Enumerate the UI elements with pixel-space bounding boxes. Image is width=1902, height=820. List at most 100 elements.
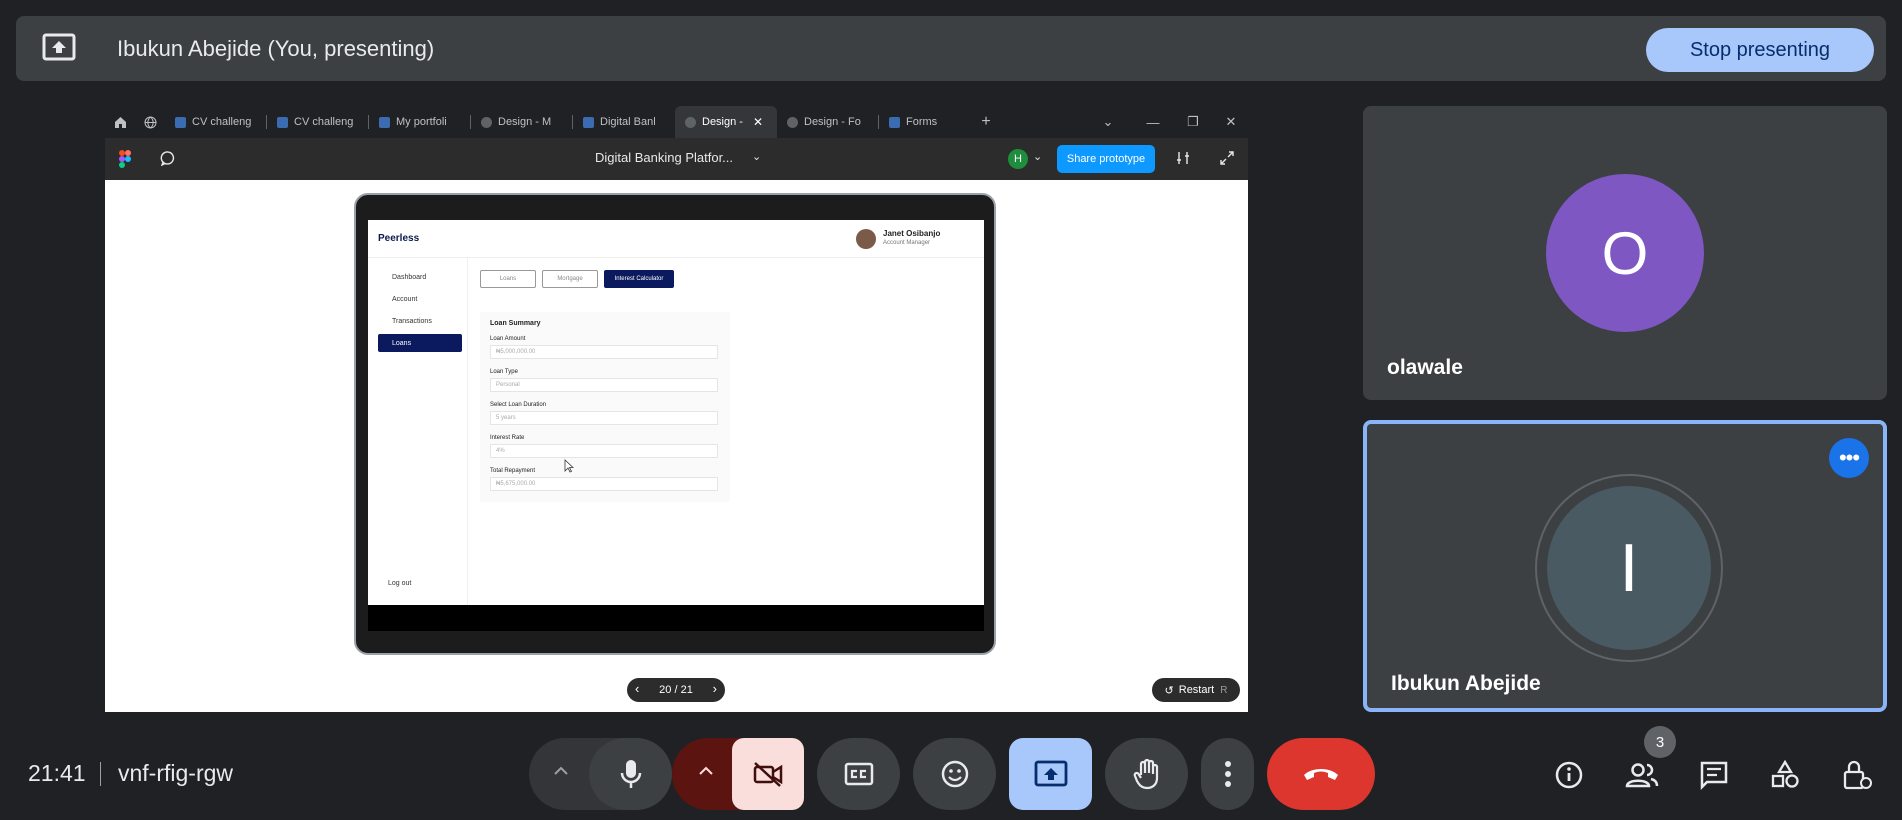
host-controls-icon[interactable] [1840, 758, 1874, 792]
fullscreen-icon[interactable] [1219, 150, 1235, 171]
avatar: O [1546, 174, 1704, 332]
cursor-icon [564, 459, 575, 478]
file-title[interactable]: Digital Banking Platfor... [595, 150, 733, 165]
prototype-frame: Peerless Janet Osibanjo Account Manager … [368, 220, 984, 605]
hand-icon [1133, 758, 1158, 790]
leave-call-button[interactable] [1267, 738, 1375, 810]
play-icon [787, 116, 798, 128]
present-now-button[interactable] [1009, 738, 1092, 810]
comment-icon[interactable] [160, 150, 176, 171]
field-label: Interest Rate [490, 435, 525, 441]
figma-icon [583, 116, 594, 128]
browser-tab-active[interactable]: Design - ✕ [675, 106, 777, 138]
browser-tab[interactable]: CV challeng [267, 106, 369, 138]
browser-tab[interactable]: Digital Banl [573, 106, 675, 138]
app-header: Peerless Janet Osibanjo Account Manager [368, 220, 984, 258]
loan-duration-field[interactable]: 5 years [490, 411, 718, 425]
participant-tile-self[interactable]: I Ibukun Abejide ••• [1363, 420, 1887, 712]
interest-rate-field[interactable]: 4% [490, 444, 718, 458]
figma-logo-icon[interactable] [119, 150, 131, 173]
tab-loans[interactable]: Loans [480, 270, 536, 288]
more-vert-icon [1224, 761, 1231, 787]
close-window-icon[interactable]: ✕ [1213, 106, 1248, 138]
sidebar-item-account[interactable]: Account [378, 290, 462, 308]
restart-button[interactable]: ↺ Restart R [1152, 678, 1240, 702]
participant-name: Ibukun Abejide [1391, 672, 1541, 695]
new-tab-button[interactable]: + [971, 106, 1001, 138]
browser-tab[interactable]: Design - M [471, 106, 573, 138]
play-icon [685, 116, 696, 128]
field-label: Loan Type [490, 369, 518, 375]
page-indicator: ‹ 20 / 21 › [627, 678, 725, 702]
present-screen-icon [1034, 760, 1067, 787]
tab-mortgage[interactable]: Mortgage [542, 270, 598, 288]
browser-tab[interactable]: Forms [879, 106, 971, 138]
avatar[interactable]: H [1008, 149, 1028, 169]
globe-icon[interactable] [135, 106, 165, 138]
meeting-code: vnf-rfig-rgw [118, 760, 234, 786]
participant-name: olawale [1387, 356, 1463, 379]
divider [100, 762, 101, 786]
chevron-right-icon[interactable]: › [713, 681, 717, 696]
emoji-icon [941, 760, 968, 788]
end-call-icon [1304, 769, 1338, 780]
browser-tab[interactable]: CV challeng [165, 106, 267, 138]
user-role: Account Manager [883, 240, 931, 246]
browser-tab[interactable]: Design - Fo [777, 106, 879, 138]
home-icon[interactable] [105, 106, 135, 138]
more-options-icon[interactable]: ••• [1829, 438, 1869, 478]
video-options-chevron-icon[interactable] [698, 764, 714, 776]
more-options-button[interactable] [1201, 738, 1254, 810]
people-count-badge: 3 [1644, 726, 1676, 758]
sidebar-item-transactions[interactable]: Transactions [378, 312, 462, 330]
loan-summary-card: Loan Summary Loan Amount ₦5,000,000.00 L… [480, 312, 730, 502]
minimize-icon[interactable]: — [1135, 106, 1171, 138]
chevron-down-icon[interactable]: ⌄ [1033, 150, 1042, 163]
reactions-button[interactable] [913, 738, 996, 810]
share-prototype-button[interactable]: Share prototype [1057, 145, 1155, 173]
microphone-button[interactable] [589, 738, 672, 810]
raise-hand-button[interactable] [1105, 738, 1188, 810]
shared-screen: CV challeng CV challeng My portfoli Desi… [105, 106, 1248, 712]
activities-icon[interactable] [1768, 758, 1802, 792]
figma-icon [175, 116, 186, 128]
tablet-mockup: Peerless Janet Osibanjo Account Manager … [354, 193, 996, 655]
tab-search-icon[interactable]: ⌄ [1090, 106, 1126, 138]
presenting-banner: Ibukun Abejide (You, presenting) Stop pr… [16, 16, 1886, 81]
browser-tab[interactable]: My portfoli [369, 106, 471, 138]
logout-link[interactable]: Log out [388, 580, 411, 587]
loan-type-field[interactable]: Personal [490, 378, 718, 392]
presenter-name: Ibukun Abejide (You, presenting) [117, 36, 435, 61]
figma-icon [379, 116, 390, 128]
captions-button[interactable] [817, 738, 900, 810]
sidebar-item-loans[interactable]: Loans [378, 334, 462, 352]
participant-tile[interactable]: O olawale [1363, 106, 1887, 400]
sidebar-item-dashboard[interactable]: Dashboard [378, 268, 462, 286]
settings-sliders-icon[interactable] [1175, 150, 1191, 171]
user-name: Janet Osibanjo [883, 229, 941, 238]
restore-icon[interactable]: ❐ [1175, 106, 1211, 138]
camera-off-button[interactable] [732, 738, 804, 810]
field-label: Loan Amount [490, 336, 526, 342]
people-icon[interactable] [1625, 758, 1659, 792]
total-repayment-field[interactable]: ₦5,675,000.00 [490, 477, 718, 491]
chevron-left-icon[interactable]: ‹ [635, 681, 639, 696]
microphone-icon [620, 760, 641, 788]
closed-captions-icon [844, 762, 873, 786]
audio-options-chevron-icon[interactable] [553, 764, 569, 776]
close-tab-icon[interactable]: ✕ [753, 115, 763, 129]
chevron-down-icon[interactable]: ⌄ [752, 150, 761, 163]
stop-presenting-button[interactable]: Stop presenting [1646, 28, 1874, 72]
avatar [856, 229, 876, 249]
clock: 21:41 [28, 760, 86, 786]
audio-control-group [529, 738, 672, 810]
card-title: Loan Summary [490, 320, 541, 327]
browser-tab-strip: CV challeng CV challeng My portfoli Desi… [105, 106, 1248, 138]
tab-interest-calculator[interactable]: Interest Calculator [604, 270, 674, 288]
chat-icon[interactable] [1697, 758, 1731, 792]
meeting-details-icon[interactable] [1552, 758, 1586, 792]
loan-amount-field[interactable]: ₦5,000,000.00 [490, 345, 718, 359]
restart-icon: ↺ [1164, 684, 1174, 697]
app-sidebar: Dashboard Account Transactions Loans Log… [368, 258, 468, 605]
field-label: Total Repayment [490, 468, 536, 474]
